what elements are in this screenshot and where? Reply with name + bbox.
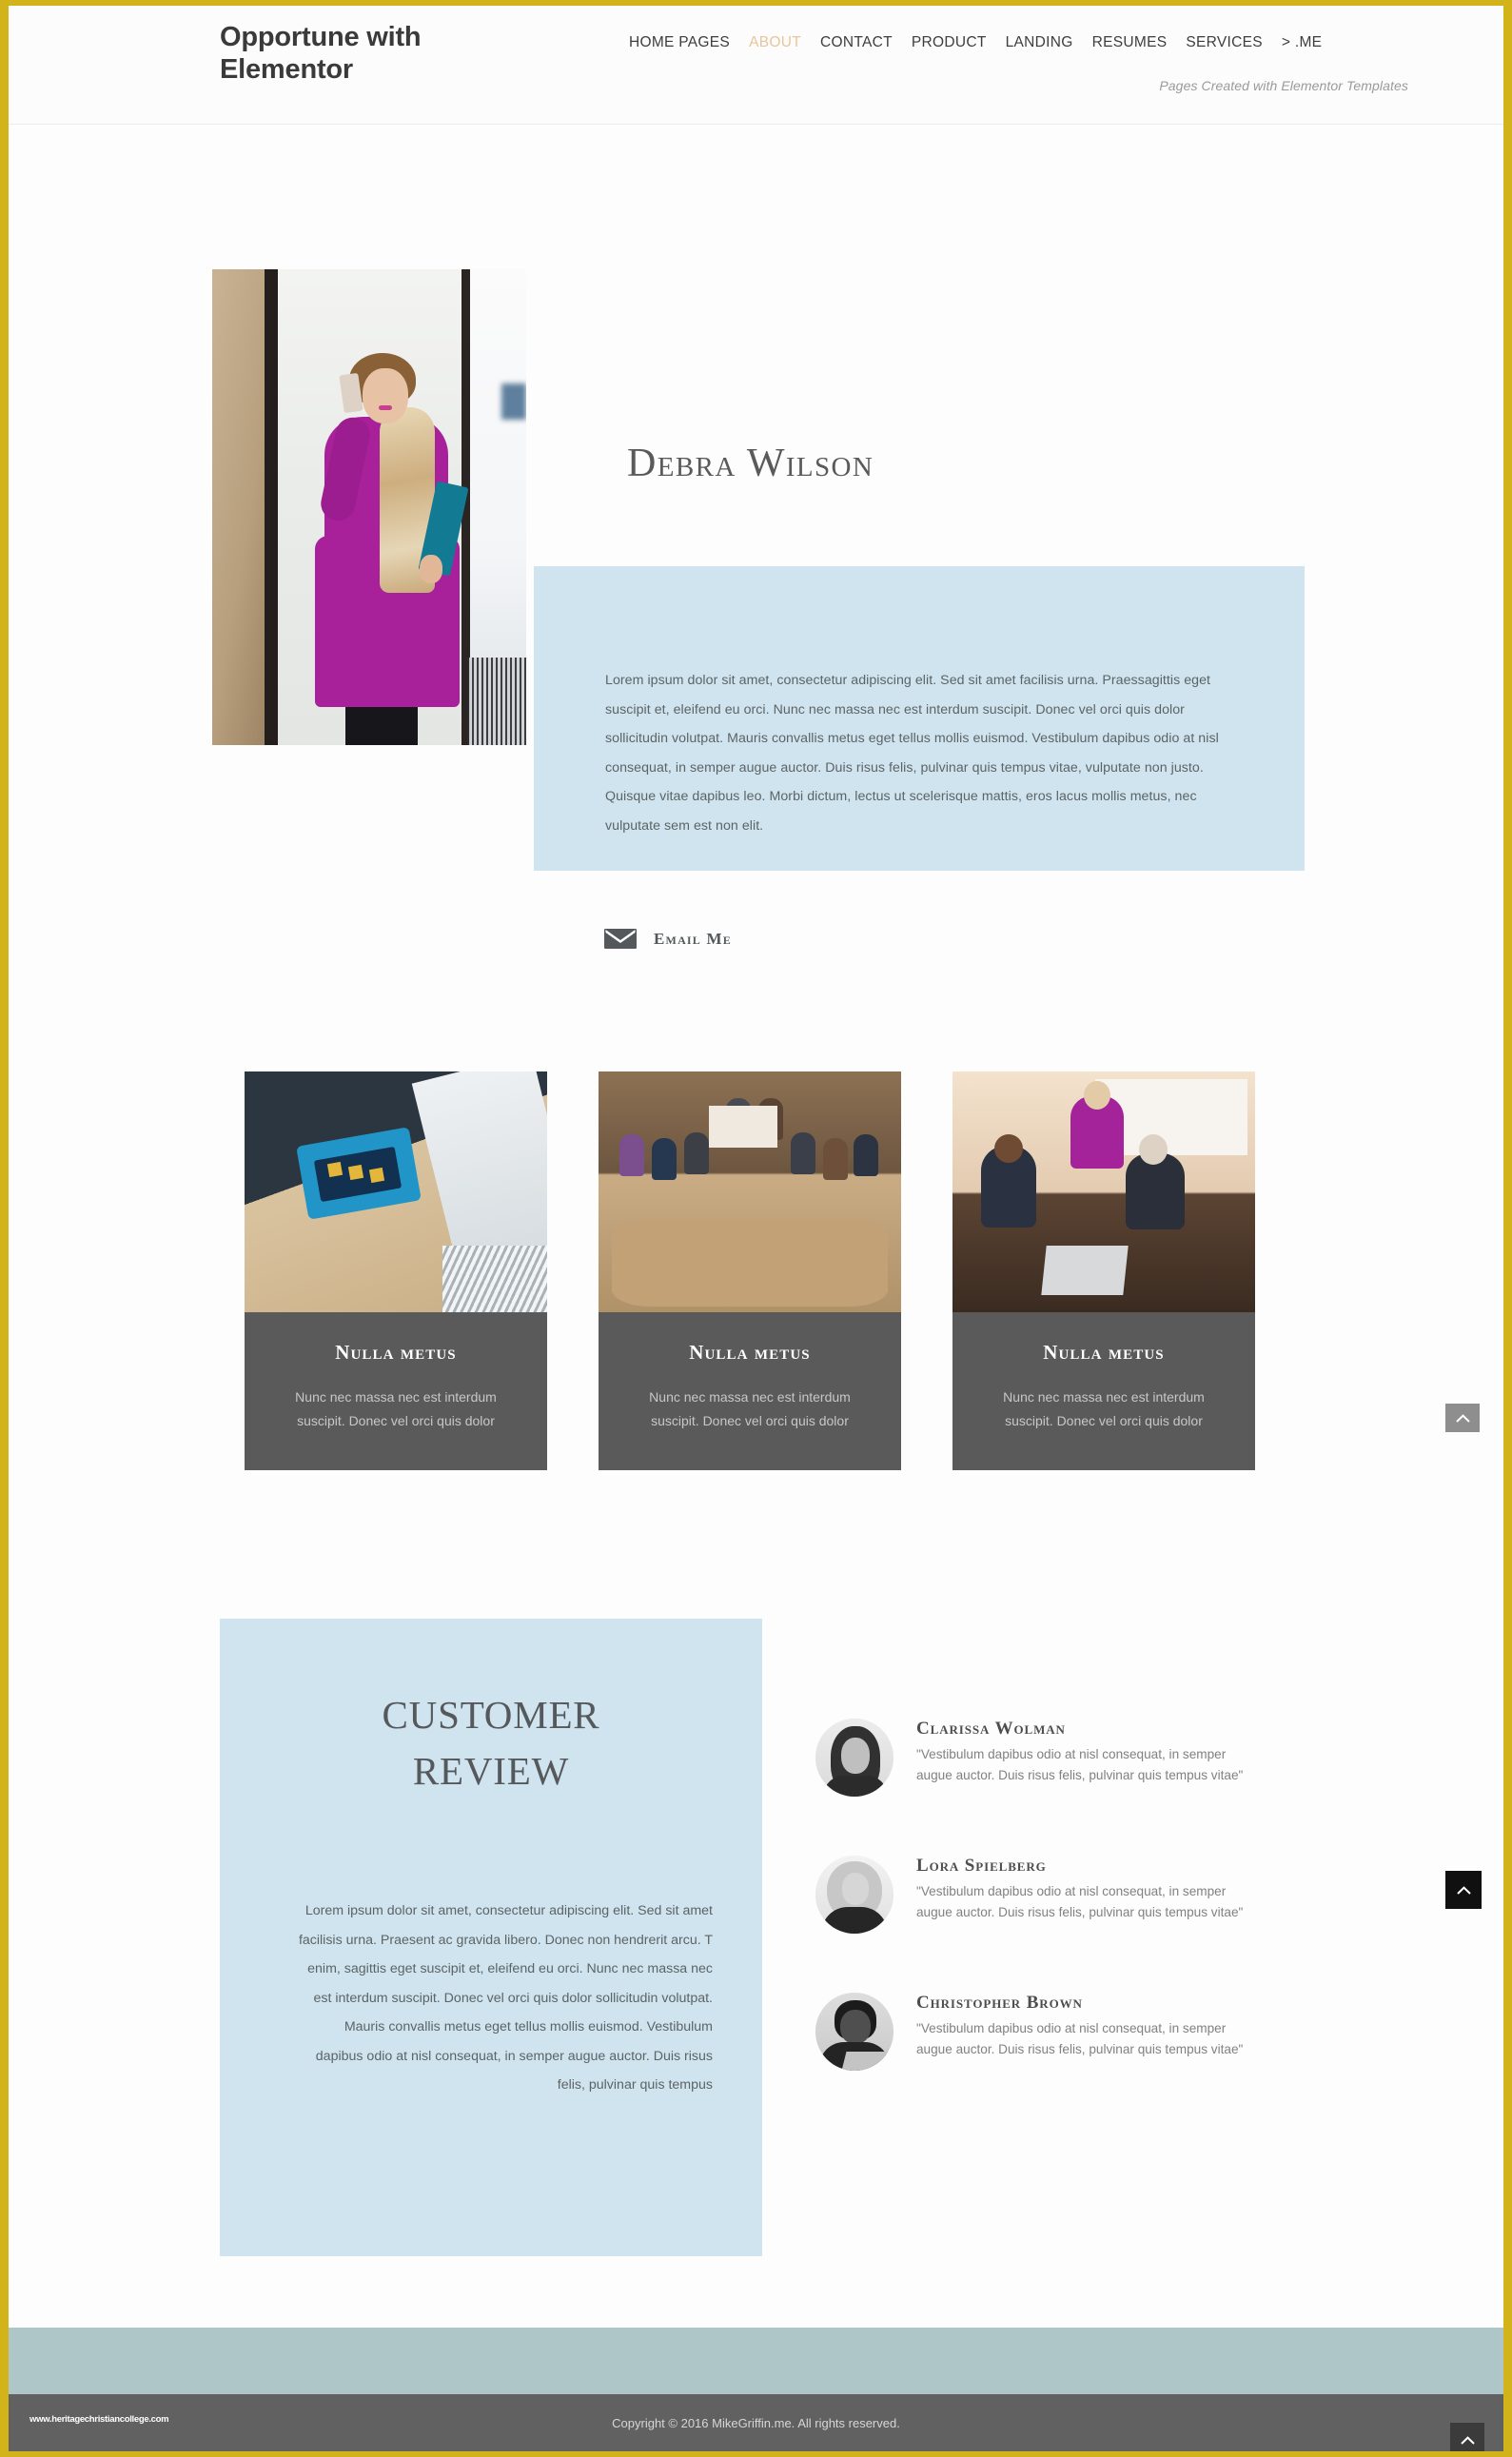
email-me-label: Email Me — [654, 929, 732, 948]
card-body: Nulla metus Nunc nec massa nec est inter… — [599, 1312, 901, 1470]
footer-color-band — [9, 2328, 1503, 2394]
scroll-to-top-button[interactable] — [1445, 1404, 1480, 1432]
testimonial-quote: "Vestibulum dapibus odio at nisl consequ… — [916, 2021, 1244, 2057]
card-body: Nulla metus Nunc nec massa nec est inter… — [952, 1312, 1255, 1470]
feature-card[interactable]: Nulla metus Nunc nec massa nec est inter… — [599, 1071, 901, 1470]
envelope-icon — [604, 927, 637, 951]
testimonial-content: Lora Spielberg "Vestibulum dapibus odio … — [916, 1856, 1254, 1934]
card-image-meeting — [599, 1071, 901, 1312]
hero-portrait-image — [212, 269, 526, 745]
card-body: Nulla metus Nunc nec massa nec est inter… — [245, 1312, 547, 1470]
review-heading-line1: CUSTOMER — [382, 1693, 600, 1737]
nav-item-product[interactable]: PRODUCT — [912, 34, 987, 51]
card-title: Nulla metus — [1043, 1341, 1165, 1364]
site-header: Opportune with Elementor HOME PAGES ABOU… — [9, 6, 1503, 125]
testimonial-quote: "Vestibulum dapibus odio at nisl consequ… — [916, 1747, 1244, 1783]
hero-section: Debra Wilson Lorem ipsum dolor sit amet,… — [9, 125, 1503, 949]
chevron-up-icon — [1460, 2435, 1475, 2445]
scroll-to-top-button[interactable] — [1450, 2423, 1484, 2451]
scroll-to-top-button[interactable] — [1445, 1871, 1482, 1909]
card-title: Nulla metus — [689, 1341, 811, 1364]
header-tagline: Pages Created with Elementor Templates — [1159, 78, 1408, 93]
testimonial-content: Christopher Brown "Vestibulum dapibus od… — [916, 1993, 1254, 2071]
testimonial-item: Christopher Brown "Vestibulum dapibus od… — [815, 1993, 1310, 2071]
nav-item-services[interactable]: SERVICES — [1186, 34, 1263, 51]
main-navigation: HOME PAGES ABOUT CONTACT PRODUCT LANDING… — [629, 34, 1322, 51]
page-frame: Opportune with Elementor HOME PAGES ABOU… — [9, 6, 1503, 2451]
feature-card[interactable]: Nulla metus Nunc nec massa nec est inter… — [952, 1071, 1255, 1470]
card-text: Nunc nec massa nec est interdum suscipit… — [1003, 1389, 1205, 1428]
testimonial-item: Clarissa Wolman "Vestibulum dapibus odio… — [815, 1719, 1310, 1797]
nav-item-contact[interactable]: CONTACT — [820, 34, 893, 51]
email-me-button[interactable]: Email Me — [604, 927, 732, 951]
hero-bio-panel: Lorem ipsum dolor sit amet, consectetur … — [534, 566, 1305, 871]
testimonial-quote: "Vestibulum dapibus odio at nisl consequ… — [916, 1884, 1244, 1920]
card-image-tablet — [245, 1071, 547, 1312]
avatar — [815, 1719, 893, 1797]
hero-bio-text: Lorem ipsum dolor sit amet, consectetur … — [605, 673, 1219, 834]
chevron-up-icon — [1456, 1885, 1471, 1895]
feature-card[interactable]: Nulla metus Nunc nec massa nec est inter… — [245, 1071, 547, 1470]
footer-copyright: Copyright © 2016 MikeGriffin.me. All rig… — [612, 2416, 900, 2430]
testimonial-item: Lora Spielberg "Vestibulum dapibus odio … — [815, 1856, 1310, 1934]
card-image-team — [952, 1071, 1255, 1312]
testimonial-name: Clarissa Wolman — [916, 1719, 1066, 1739]
review-heading-line2: REVIEW — [412, 1749, 570, 1794]
chevron-up-icon — [1455, 1413, 1470, 1423]
avatar — [815, 1856, 893, 1934]
nav-item-landing[interactable]: LANDING — [1006, 34, 1073, 51]
site-brand[interactable]: Opportune with Elementor — [220, 21, 496, 86]
nav-item-home-pages[interactable]: HOME PAGES — [629, 34, 730, 51]
avatar — [815, 1993, 893, 2071]
nav-item-about[interactable]: ABOUT — [749, 34, 801, 51]
page-title: Debra Wilson — [627, 442, 874, 485]
testimonial-name: Christopher Brown — [916, 1993, 1083, 2013]
review-panel: CUSTOMER REVIEW Lorem ipsum dolor sit am… — [220, 1619, 762, 2256]
review-heading: CUSTOMER REVIEW — [220, 1687, 762, 1800]
page-border: Opportune with Elementor HOME PAGES ABOU… — [0, 0, 1512, 2457]
review-body-text: Lorem ipsum dolor sit amet, consectetur … — [298, 1903, 713, 2093]
testimonial-list: Clarissa Wolman "Vestibulum dapibus odio… — [815, 1719, 1310, 2130]
testimonial-name: Lora Spielberg — [916, 1856, 1047, 1876]
nav-item-resumes[interactable]: RESUMES — [1092, 34, 1168, 51]
card-text: Nunc nec massa nec est interdum suscipit… — [649, 1389, 851, 1428]
card-text: Nunc nec massa nec est interdum suscipit… — [295, 1389, 497, 1428]
watermark-url: www.heritagechristiancollege.com — [29, 2414, 169, 2425]
testimonial-content: Clarissa Wolman "Vestibulum dapibus odio… — [916, 1719, 1254, 1797]
card-title: Nulla metus — [335, 1341, 457, 1364]
nav-item-me[interactable]: > .ME — [1282, 34, 1322, 51]
